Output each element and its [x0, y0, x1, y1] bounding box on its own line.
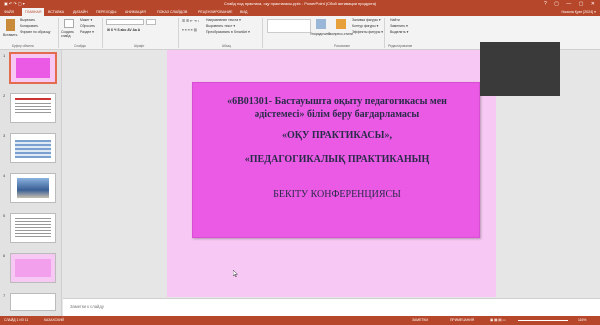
language-indicator[interactable]: КАЗАХСКИЙ [44, 316, 64, 325]
new-slide-icon[interactable] [64, 19, 74, 28]
slide-title-line-2: әдістемесі» білім беру бағдарламасы [254, 109, 420, 120]
quick-styles-button[interactable]: Экспресс-стили [328, 32, 353, 36]
shape-outline-button[interactable]: Контур фигуры ▾ [352, 24, 378, 28]
find-button[interactable]: Найти [390, 18, 400, 22]
slide-thumb-number: 2 [3, 93, 6, 98]
slide-thumb-1[interactable] [9, 52, 57, 84]
slide-thumb-6[interactable] [10, 253, 56, 283]
slide-counter: СЛАЙД 1 ИЗ 11 [4, 318, 29, 322]
align-text-button[interactable]: Выровнять текст ▾ [206, 24, 235, 28]
group-font: Шрифт [134, 44, 145, 48]
group-drawing: Рисование [334, 44, 351, 48]
group-paragraph: Абзац [222, 44, 231, 48]
reset-button[interactable]: Сбросить [80, 24, 95, 28]
paste-icon[interactable] [6, 19, 15, 31]
slide-thumb-number: 6 [3, 253, 6, 258]
slide-thumbnails-pane[interactable]: 1 2 3 4 5 6 7 [0, 50, 62, 316]
window-title: Слайд под практика, оқу практикасы.pptx … [223, 1, 377, 6]
current-slide[interactable]: «6В01301- Бастауышта оқыту педагогикасы … [167, 50, 496, 297]
slide-thumb-number: 1 [3, 53, 6, 58]
slide-title-line-1: «6В01301- Бастауышта оқыту педагогикасы … [227, 96, 447, 107]
slide-thumb-number: 7 [3, 293, 6, 298]
tab-transitions[interactable]: ПЕРЕХОДЫ [96, 8, 116, 16]
slide-thumb-number: 3 [3, 133, 6, 138]
group-editing: Редактирование [388, 44, 413, 48]
section-button[interactable]: Раздел ▾ [80, 30, 94, 34]
select-button[interactable]: Выделить ▾ [390, 30, 408, 34]
tab-design[interactable]: ДИЗАЙН [73, 8, 88, 16]
notes-toggle-button[interactable]: ЗАМЕТКИ [412, 316, 428, 325]
text-direction-button[interactable]: Направление текста ▾ [206, 18, 241, 22]
comments-toggle-button[interactable]: ПРИМЕЧАНИЯ [450, 316, 474, 325]
tab-view[interactable]: ВИД [240, 8, 247, 16]
cut-button[interactable]: Вырезать [20, 18, 35, 22]
arrange-icon[interactable] [316, 19, 326, 29]
tab-insert[interactable]: ВСТАВКА [48, 8, 64, 16]
group-slides: Слайды [74, 44, 86, 48]
quick-access-toolbar[interactable]: ▣ ↶ ↷ ▢ ▾ [4, 0, 25, 8]
replace-button[interactable]: Заменить ▾ [390, 24, 408, 28]
slide-title-line-4: «ПЕДАГОГИКАЛЫҚ ПРАКТИКАНЫҢ [244, 154, 430, 165]
zoom-slider[interactable] [518, 320, 568, 321]
tab-home[interactable]: ГЛАВНАЯ [22, 8, 45, 16]
quick-styles-icon[interactable] [336, 19, 346, 29]
slide-thumb-7[interactable] [10, 293, 56, 311]
zoom-level[interactable]: 116% [578, 316, 586, 325]
notes-placeholder: Заметки к слайду [70, 304, 104, 309]
slide-title-line-3: «ОҚУ ПРАКТИКАСЫ», [282, 130, 392, 141]
shape-effects-button[interactable]: Эффекты фигуры ▾ [352, 30, 383, 34]
slide-thumb-5[interactable] [10, 213, 56, 243]
group-clipboard: Буфер обмена [12, 44, 34, 48]
view-buttons[interactable]: ▣ ▦ ▤ ▭ [490, 316, 506, 325]
tab-file[interactable]: ФАЙЛ [4, 8, 14, 16]
slide-thumb-4[interactable] [10, 173, 56, 203]
title-bar: ▣ ↶ ↷ ▢ ▾ Слайд под практика, оқу практи… [0, 0, 600, 8]
user-account[interactable]: Нәзила Қуат [2024] ▾ [561, 8, 596, 16]
new-slide-button[interactable]: Создать слайд [61, 30, 77, 38]
ribbon-tabs: ФАЙЛ ГЛАВНАЯ ВСТАВКА ДИЗАЙН ПЕРЕХОДЫ АНИ… [0, 8, 600, 16]
slide-thumb-3[interactable] [10, 133, 56, 163]
font-name-select[interactable] [106, 19, 144, 25]
notes-pane[interactable]: Заметки к слайду [63, 298, 600, 316]
tab-review[interactable]: РЕЦЕНЗИРОВАНИЕ [198, 8, 233, 16]
status-bar: СЛАЙД 1 ИЗ 11 КАЗАХСКИЙ ЗАМЕТКИ ПРИМЕЧАН… [0, 316, 600, 325]
format-painter-button[interactable]: Формат по образцу [20, 30, 50, 34]
font-size-select[interactable] [146, 19, 156, 25]
smartart-button[interactable]: Преобразовать в SmartArt ▾ [206, 30, 250, 34]
mouse-cursor-icon [233, 270, 238, 277]
title-text-box[interactable]: «6В01301- Бастауышта оқыту педагогикасы … [192, 82, 480, 238]
tab-slideshow[interactable]: ПОКАЗ СЛАЙДОВ [157, 8, 187, 16]
paste-button[interactable]: Вставить [3, 33, 17, 37]
layout-button[interactable]: Макет ▾ [80, 18, 92, 22]
copy-button[interactable]: Копировать [20, 24, 38, 28]
paragraph-align-icons[interactable]: ≡ ≡ ≡ ≡ ▥ [182, 28, 197, 32]
font-format-icons[interactable]: Ж К Ч S abc AV Aa A [107, 28, 140, 32]
paragraph-list-icons[interactable]: ☰ ☰ ⇤ ⇥ ↕ [182, 19, 199, 23]
video-overlay [480, 42, 560, 96]
slide-thumb-number: 4 [3, 173, 6, 178]
shapes-gallery[interactable] [267, 19, 311, 33]
slide-thumb-2[interactable] [10, 93, 56, 123]
slide-thumb-number: 5 [3, 213, 6, 218]
tab-animation[interactable]: АНИМАЦИЯ [125, 8, 146, 16]
window-controls[interactable]: ? ▢ — ▢ ✕ [544, 0, 598, 8]
shape-fill-button[interactable]: Заливка фигуры ▾ [352, 18, 381, 22]
slide-title-line-5: БЕКІТУ КОНФЕРЕНЦИЯСЫ [273, 189, 401, 200]
